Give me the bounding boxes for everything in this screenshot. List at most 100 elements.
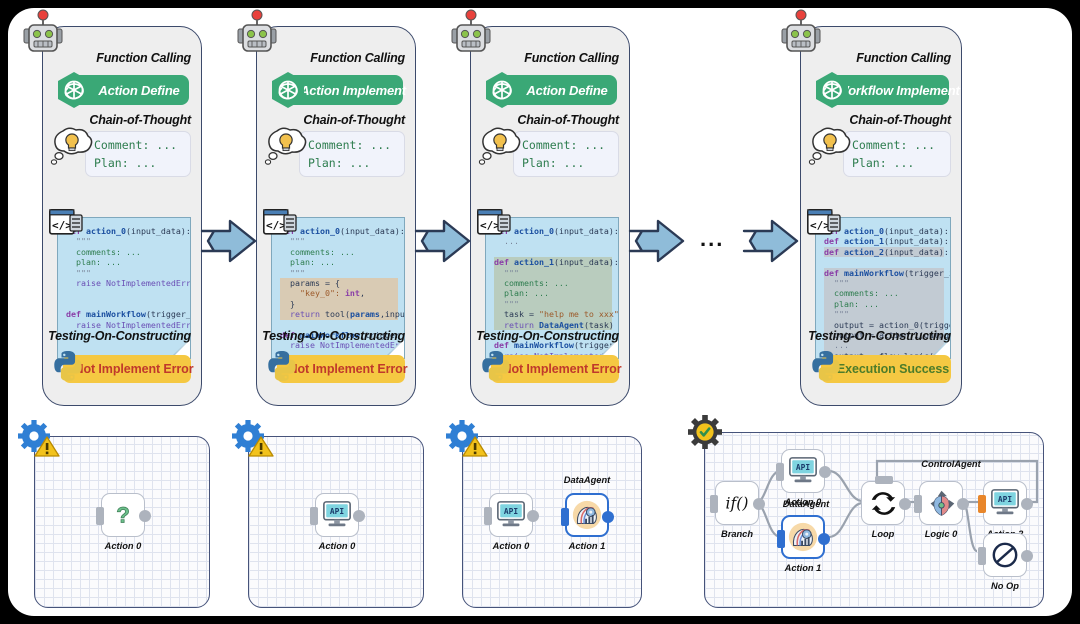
function-calling-label: Function Calling — [856, 51, 951, 65]
node-output-port[interactable] — [899, 498, 911, 510]
node-input-port[interactable] — [978, 495, 986, 513]
node-output-port[interactable] — [753, 498, 765, 510]
code-line: } — [280, 298, 398, 310]
node-label-no-op: No Op — [991, 581, 1019, 591]
python-logo-icon — [809, 349, 843, 383]
node-action-0[interactable]: API — [310, 493, 365, 537]
function-calling-label: Function Calling — [96, 51, 191, 65]
workflow-canvas-step-2[interactable]: API Action 0 — [232, 420, 424, 608]
flow-arrow-2 — [414, 218, 472, 264]
code-line: comments: ... — [494, 278, 612, 289]
python-logo-icon — [51, 349, 85, 383]
workflow-canvas-step-4[interactable]: if() Branch API Action 0 DataAgent Actio… — [688, 415, 1044, 608]
node-input-port[interactable] — [484, 507, 492, 525]
code-line: comments: ... — [66, 246, 141, 257]
code-line: def action_0(input_data): — [66, 226, 191, 236]
code-line: """ — [280, 236, 305, 247]
code-line: def action_1(input_data): — [494, 257, 619, 268]
code-line: def action_0(input_data): — [494, 226, 619, 236]
agent-card-step-2[interactable]: Function Calling Action Implement Chain-… — [237, 9, 416, 406]
gear-success-badge-icon — [688, 415, 733, 459]
ellipsis-separator: ... — [700, 226, 725, 251]
chain-of-thought-label: Chain-of-Thought — [849, 113, 951, 127]
code-line: plan: ... — [66, 257, 121, 268]
openai-logo-icon — [269, 71, 307, 109]
node-input-port[interactable] — [914, 495, 922, 513]
data-agent-icon — [572, 500, 602, 530]
node-input-port[interactable] — [310, 507, 318, 525]
flow-arrow-3 — [628, 218, 686, 264]
node-loop[interactable] — [861, 476, 911, 525]
node-input-port[interactable] — [96, 507, 104, 525]
data-agent-icon — [788, 522, 818, 552]
gear-warning-badge-icon — [446, 420, 491, 463]
agent-card-step-3[interactable]: Function Calling Action Define Chain-of-… — [451, 9, 630, 406]
node-no-op[interactable] — [978, 533, 1033, 577]
node-output-port[interactable] — [139, 510, 151, 522]
cot-plan-line: Plan: ... — [522, 156, 585, 170]
agent-card-step-1[interactable]: Function Calling Action Define Chain-of-… — [23, 9, 202, 406]
node-output-port[interactable] — [819, 466, 831, 478]
code-line: def action_0(input_data): ... — [824, 226, 949, 236]
node-output-port[interactable] — [602, 511, 614, 523]
node-action-1[interactable] — [561, 493, 614, 537]
code-line: """ — [66, 236, 91, 247]
openai-logo-icon — [483, 71, 521, 109]
node-input-port[interactable] — [710, 495, 718, 513]
code-line: ... — [494, 236, 519, 247]
node-caption-logic-0: ControlAgent — [921, 459, 981, 469]
if-branch-icon: if() — [726, 495, 749, 513]
thought-bubble-icon — [49, 125, 95, 167]
node-input-port[interactable] — [776, 463, 784, 481]
node-action-1[interactable] — [777, 515, 830, 559]
code-line: def mainWorkflow(trigger_input): — [824, 267, 950, 279]
node-output-port[interactable] — [1021, 498, 1033, 510]
code-line: plan: ... — [824, 298, 944, 310]
node-action-0[interactable]: ? — [96, 493, 151, 537]
code-line: """ — [494, 267, 612, 279]
action-badge-label: Action Define — [526, 82, 608, 98]
node-branch[interactable]: if() — [710, 481, 765, 525]
no-op-icon — [992, 542, 1018, 568]
node-output-port[interactable] — [527, 510, 539, 522]
svg-text:</>: </> — [480, 219, 500, 232]
code-line: """ — [280, 267, 305, 278]
code-line: comments: ... — [824, 288, 944, 299]
node-input-port[interactable] — [777, 530, 785, 548]
node-logic-0[interactable] — [914, 481, 969, 525]
code-line: raise NotImplementedError — [66, 278, 191, 289]
workflow-canvas-step-1[interactable]: ? Action 0 — [18, 420, 210, 608]
robot-icon — [779, 9, 823, 59]
openai-logo-icon — [813, 71, 851, 109]
python-logo-icon — [479, 349, 513, 383]
code-file-icon: </> — [49, 209, 83, 235]
agent-card-step-4[interactable]: Function Calling Workflow Implement Chai… — [781, 9, 962, 406]
cot-plan-line: Plan: ... — [94, 156, 157, 170]
node-input-port[interactable] — [561, 508, 569, 526]
figure-canvas: Function Calling Action Define Chain-of-… — [0, 0, 1080, 624]
node-output-port[interactable] — [353, 510, 365, 522]
control-agent-icon — [930, 490, 954, 516]
api-monitor-icon: API — [991, 489, 1019, 515]
chain-of-thought-box: Comment: ... Plan: ... — [513, 131, 619, 177]
robot-icon — [235, 9, 279, 59]
svg-text:</>: </> — [266, 219, 286, 232]
node-action-2[interactable]: API — [978, 481, 1033, 525]
node-output-port[interactable] — [957, 498, 969, 510]
node-action-0[interactable]: API — [776, 449, 831, 493]
workflow-canvas-step-3[interactable]: API Action 0 DataAgent Action 1 — [446, 420, 642, 608]
node-input-port[interactable] — [978, 547, 986, 565]
code-line: def mainWorkflow(trigger_input): — [66, 309, 191, 320]
flow-arrow-1 — [200, 218, 258, 264]
node-output-port[interactable] — [1021, 550, 1033, 562]
node-action-0[interactable]: API — [484, 493, 539, 537]
cot-plan-line: Plan: ... — [308, 156, 371, 170]
node-top-port[interactable] — [875, 476, 893, 484]
node-label-action-0: Action 0 — [492, 541, 530, 551]
cot-plan-line: Plan: ... — [852, 156, 915, 170]
testing-on-constructing-label: Testing-On-Constructing — [808, 329, 951, 343]
node-output-port[interactable] — [818, 533, 830, 545]
node-label-action-1: Action 1 — [568, 541, 606, 551]
